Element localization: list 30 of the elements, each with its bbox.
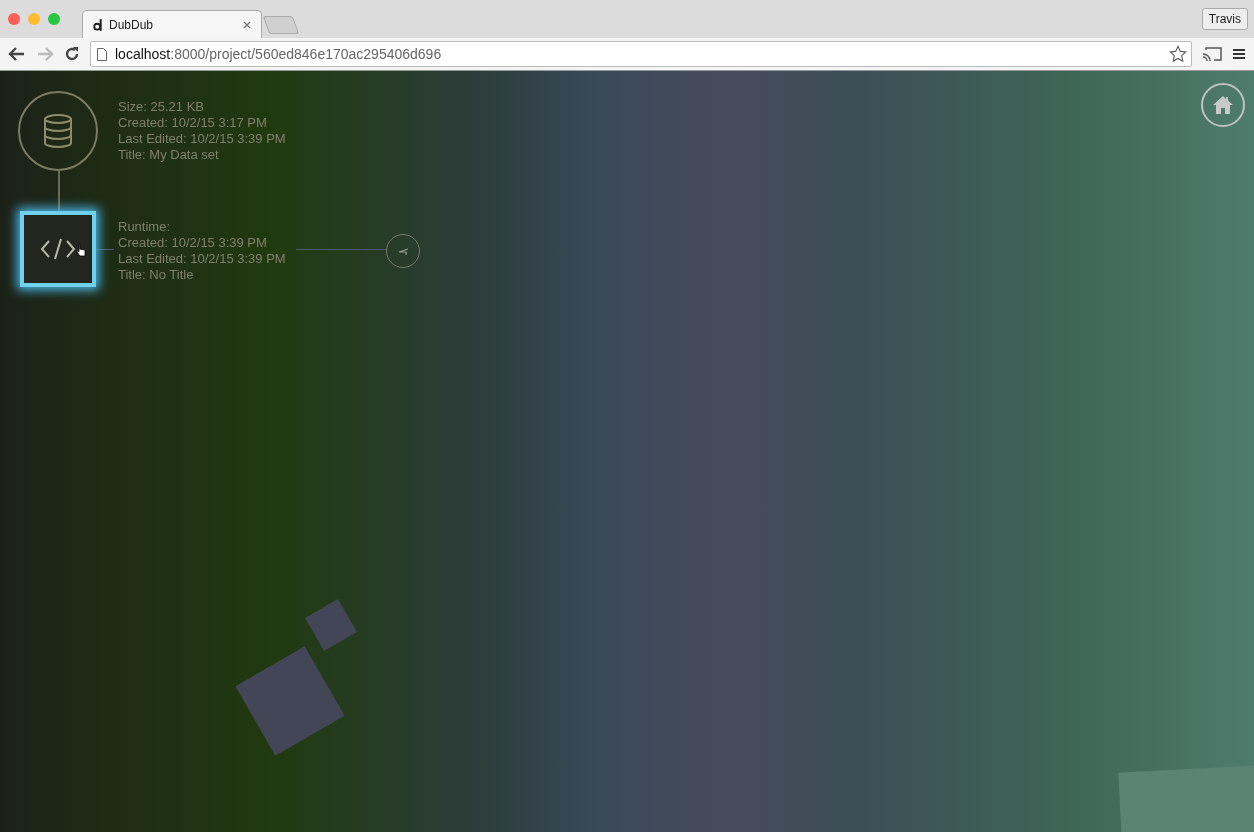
address-bar[interactable]: localhost:8000/project/560ed846e170ac295406d696 xyxy=(90,41,1192,67)
node-info-text: Last Edited: 10/2/15 3:39 PM xyxy=(118,131,286,147)
code-node[interactable] xyxy=(20,211,96,287)
browser-tab[interactable]: DubDub xyxy=(82,10,262,38)
connector-line xyxy=(96,249,114,250)
profile-button[interactable]: Travis xyxy=(1201,8,1248,30)
home-icon xyxy=(1212,95,1234,115)
code-icon xyxy=(40,237,76,261)
letter-d-icon xyxy=(93,18,103,31)
connector-line xyxy=(58,171,60,211)
hand-cursor-icon xyxy=(76,243,86,257)
node-info-text: Created: 10/2/15 3:39 PM xyxy=(118,235,268,251)
node-info-text: Title: My Data set xyxy=(118,147,220,163)
close-tab-icon[interactable] xyxy=(243,20,251,29)
menu-icon[interactable] xyxy=(1232,48,1246,60)
page-icon xyxy=(97,47,107,61)
url-text: localhost:8000/project/560ed846e170ac295406d696 xyxy=(115,46,442,62)
node-info-text: Title: No Title xyxy=(118,267,195,283)
star-icon[interactable] xyxy=(1169,45,1187,63)
cast-icon[interactable] xyxy=(1202,46,1222,62)
node-info-text: Runtime: xyxy=(118,219,172,235)
database-icon xyxy=(43,114,73,148)
back-icon[interactable] xyxy=(8,46,26,62)
home-button[interactable] xyxy=(1201,83,1245,127)
node-info-text: Last Edited: 10/2/15 3:39 PM xyxy=(118,251,286,267)
close-window-button[interactable] xyxy=(8,13,20,25)
node-info-text: Created: 10/2/15 3:17 PM xyxy=(118,115,268,131)
reload-icon[interactable] xyxy=(64,46,80,62)
dataset-node[interactable] xyxy=(18,91,98,171)
node-info-text: Size: 25.21 KB xyxy=(118,99,205,115)
